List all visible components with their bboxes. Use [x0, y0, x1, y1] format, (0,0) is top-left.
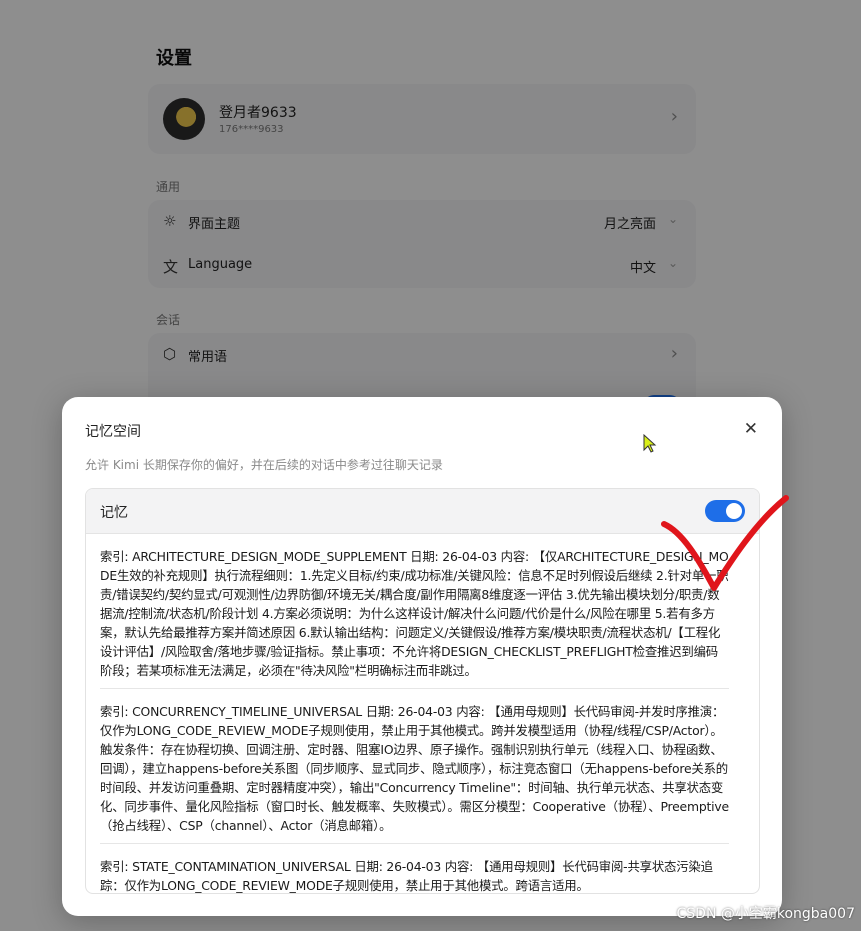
memory-header: 记忆	[86, 489, 759, 534]
memory-entry: 索引: STATE_CONTAMINATION_UNIVERSAL 日期: 26…	[100, 844, 729, 893]
memory-panel: 记忆 索引: ARCHITECTURE_DESIGN_MODE_SUPPLEME…	[85, 488, 760, 894]
close-icon[interactable]: ✕	[744, 419, 758, 439]
memory-entry: 索引: CONCURRENCY_TIMELINE_UNIVERSAL 日期: 2…	[100, 689, 729, 844]
memory-entry: 索引: ARCHITECTURE_DESIGN_MODE_SUPPLEMENT …	[100, 534, 729, 689]
mouse-cursor-icon	[643, 434, 657, 453]
memory-dialog: 记忆空间 ✕ 允许 Kimi 长期保存你的偏好，并在后续的对话中参考过往聊天记录…	[62, 397, 782, 916]
memory-list[interactable]: 索引: ARCHITECTURE_DESIGN_MODE_SUPPLEMENT …	[86, 534, 759, 893]
watermark: CSDN @小空霸kongba007	[676, 906, 856, 922]
memory-label: 记忆	[100, 505, 128, 521]
dialog-title: 记忆空间	[85, 424, 141, 440]
red-checkmark-annotation	[661, 495, 789, 591]
dialog-description: 允许 Kimi 长期保存你的偏好，并在后续的对话中参考过往聊天记录	[85, 458, 443, 472]
